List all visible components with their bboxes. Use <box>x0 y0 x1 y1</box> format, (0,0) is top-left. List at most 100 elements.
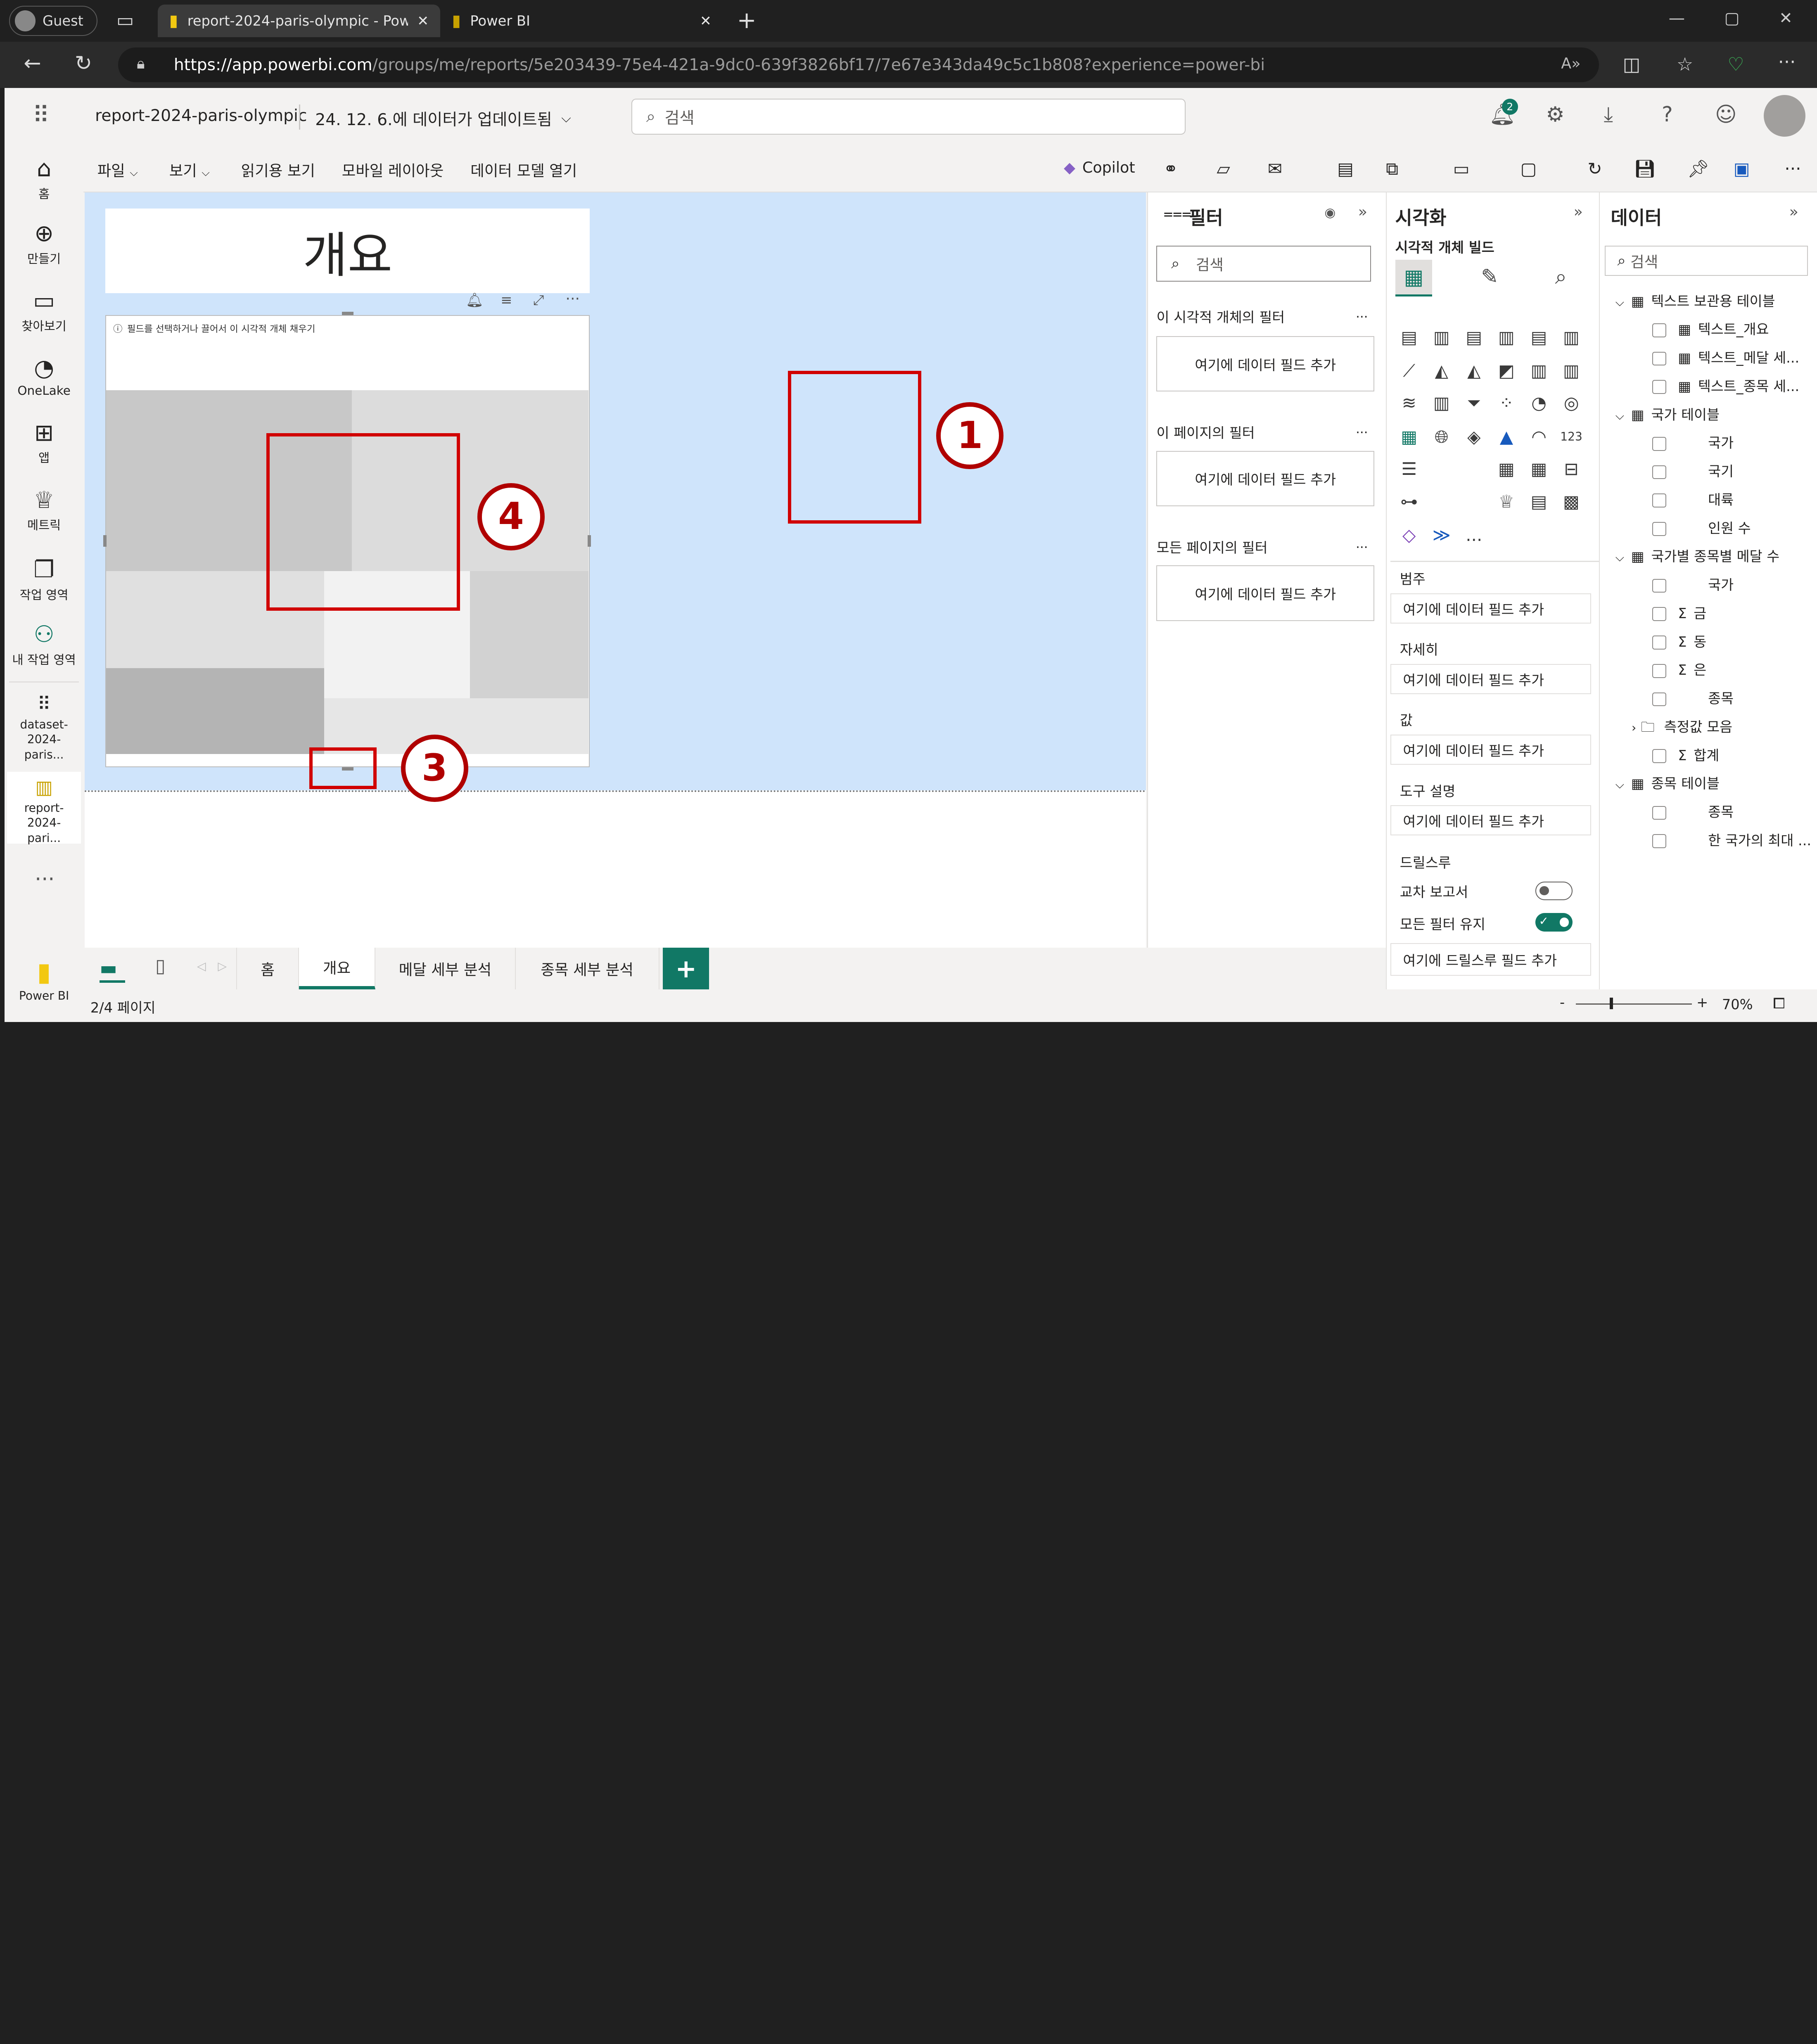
expand-chevron-icon[interactable]: ⌵ <box>1615 550 1624 564</box>
browser-menu-icon[interactable]: ··· <box>1775 51 1798 73</box>
map-icon[interactable]: 🌐︎ <box>1430 425 1453 448</box>
nav-metrics[interactable]: ♕ 메트릭 <box>5 487 83 534</box>
desktop-layout-icon[interactable]: ▬ <box>100 957 117 979</box>
more-visuals-icon[interactable]: ... <box>1462 524 1485 547</box>
ribbon-more-icon[interactable]: ··· <box>1784 159 1801 179</box>
eye-icon[interactable]: ◉ <box>1324 205 1335 220</box>
nav-browse[interactable]: ▭ 찾아보기 <box>5 287 83 334</box>
field-checkbox[interactable] <box>1652 749 1667 763</box>
field-checkbox[interactable] <box>1652 806 1667 820</box>
comment-icon[interactable]: ▱ <box>1217 159 1230 179</box>
page-tab-sport-detail[interactable]: 종목 세부 분석 <box>516 948 659 990</box>
100-stacked-column-chart-icon[interactable]: ▥ <box>1560 326 1583 349</box>
decomposition-tree-icon[interactable]: ⊶ <box>1397 490 1421 513</box>
tab-actions-icon[interactable]: ▭ <box>114 9 137 31</box>
treemap-icon[interactable]: ▦ <box>1397 425 1421 448</box>
collapse-viz-icon[interactable]: » <box>1574 203 1583 221</box>
100-stacked-bar-chart-icon[interactable]: ▤ <box>1527 326 1550 349</box>
data-field-node[interactable]: Σ 합계 <box>1652 744 1719 764</box>
add-page-button[interactable]: + <box>663 948 709 990</box>
close-tab-icon[interactable]: ✕ <box>700 13 712 29</box>
field-checkbox[interactable] <box>1652 607 1667 621</box>
key-influencers-icon[interactable]: ⊟ <box>1560 458 1583 481</box>
fit-to-page-icon[interactable]: ⧠ <box>1773 994 1785 1013</box>
field-checkbox[interactable] <box>1652 635 1667 650</box>
download-icon[interactable]: ⤓ <box>1604 102 1613 127</box>
waterfall-chart-icon[interactable]: ▥ <box>1430 391 1453 415</box>
view-menu[interactable]: 보기 ⌵ <box>169 159 210 180</box>
field-checkbox[interactable] <box>1652 493 1667 508</box>
read-aloud-icon[interactable]: A» <box>1561 55 1580 72</box>
refresh-visuals-icon[interactable]: ↻ <box>1587 159 1602 179</box>
data-field-node[interactable]: 종목 <box>1652 687 1734 707</box>
visual-more-icon[interactable]: ··· <box>565 290 580 308</box>
category-well[interactable]: 여기에 데이터 필드 추가 <box>1390 593 1591 624</box>
azure-map-icon[interactable]: ▲ <box>1495 425 1518 448</box>
multi-row-card-icon[interactable]: ☰ <box>1397 458 1421 481</box>
visual-filter-icon[interactable]: ≡ <box>501 292 512 308</box>
stacked-column-chart-icon[interactable]: ▥ <box>1430 326 1453 349</box>
url-bar[interactable]: 🔒︎ https://app.powerbi.com /groups/me/re… <box>118 47 1599 83</box>
section-more-icon[interactable]: ... <box>1356 536 1368 551</box>
focus-mode-icon[interactable]: ⤢ <box>533 292 544 308</box>
power-apps-icon[interactable]: ▩ <box>1560 490 1583 513</box>
filled-map-icon[interactable]: ◈ <box>1462 425 1485 448</box>
field-checkbox[interactable] <box>1652 436 1667 451</box>
present-icon[interactable]: ▭ <box>1453 159 1470 179</box>
shapes-icon[interactable]: ⧉ <box>1386 159 1398 179</box>
field-checkbox[interactable] <box>1652 834 1667 849</box>
matrix-icon[interactable]: ▦ <box>1527 458 1550 481</box>
filters-search-input[interactable]: ⌕ 검색 <box>1156 245 1371 282</box>
help-icon[interactable]: ? <box>1662 102 1673 126</box>
field-checkbox[interactable] <box>1652 380 1667 394</box>
data-field-node[interactable]: ▦ 텍스트_개요 <box>1652 318 1769 338</box>
data-field-node[interactable]: ▦ 텍스트_종목 세... <box>1652 375 1799 395</box>
teams-icon[interactable]: ▣ <box>1734 159 1750 179</box>
refresh-icon[interactable]: ↻ <box>72 51 95 75</box>
analytics-tab-icon[interactable]: ⌕ <box>1555 264 1567 289</box>
global-search-input[interactable]: ⌕ 검색 <box>631 98 1186 135</box>
data-field-node[interactable]: Σ은 <box>1652 659 1706 679</box>
title-textbox[interactable]: 개요 <box>105 209 590 293</box>
resize-handle-right[interactable] <box>587 535 591 547</box>
page-tab-overview[interactable]: 개요 <box>299 948 376 990</box>
field-checkbox[interactable] <box>1652 664 1667 678</box>
data-field-node[interactable]: 국가 <box>1652 432 1734 452</box>
nav-powerbi[interactable]: ▮ Power BI <box>5 957 83 1003</box>
visual-alert-icon[interactable]: 🔔︎ <box>466 292 484 308</box>
feedback-icon[interactable]: ☺ <box>1715 102 1737 126</box>
settings-icon[interactable]: ⚙ <box>1546 102 1564 126</box>
nav-dataset[interactable]: ⠿ dataset-2024-paris... <box>5 693 83 762</box>
nav-apps[interactable]: ⊞ 앱 <box>5 420 83 466</box>
100-stacked-area-chart-icon[interactable]: ◩ <box>1495 359 1518 382</box>
area-chart-icon[interactable]: ◭ <box>1430 359 1453 382</box>
notes-icon[interactable]: ▤ <box>1337 159 1354 179</box>
data-updated-dropdown[interactable]: 24. 12. 6.에 데이터가 업데이트됨 ⌵ <box>315 107 571 130</box>
collapse-data-icon[interactable]: » <box>1789 203 1798 221</box>
nav-workspaces[interactable]: ❐ 작업 영역 <box>5 556 83 603</box>
data-field-node[interactable]: 국가 <box>1652 574 1734 594</box>
browser-essentials-icon[interactable]: ♡ <box>1724 53 1747 75</box>
format-visual-tab-icon[interactable]: ✎ <box>1481 264 1498 289</box>
binoculars-icon[interactable]: ⚭ <box>1163 159 1178 179</box>
nav-onelake[interactable]: ◔ OneLake <box>5 355 83 398</box>
stacked-area-chart-icon[interactable]: ◭ <box>1462 359 1485 382</box>
donut-chart-icon[interactable]: ◎ <box>1560 391 1583 415</box>
gauge-icon[interactable]: ◠ <box>1527 425 1550 448</box>
prev-page-icon[interactable]: ◁ <box>197 959 206 973</box>
data-field-node[interactable]: 한 국가의 최대 ... <box>1652 829 1811 849</box>
field-checkbox[interactable] <box>1652 323 1667 337</box>
build-visual-tab-icon[interactable]: ▦ <box>1395 259 1433 297</box>
values-well[interactable]: 여기에 데이터 필드 추가 <box>1390 735 1591 765</box>
details-well[interactable]: 여기에 데이터 필드 추가 <box>1390 664 1591 694</box>
back-icon[interactable]: ← <box>21 51 44 75</box>
cross-report-toggle[interactable] <box>1535 882 1573 901</box>
section-more-icon[interactable]: ... <box>1356 306 1368 321</box>
pie-chart-icon[interactable]: ◔ <box>1527 391 1550 415</box>
nav-home[interactable]: ⌂ 홈 <box>5 155 83 202</box>
open-data-model-button[interactable]: 데이터 모델 열기 <box>470 159 577 180</box>
field-checkbox[interactable] <box>1652 522 1667 536</box>
field-checkbox[interactable] <box>1652 579 1667 593</box>
data-field-node[interactable]: › 🗀︎ 측정값 모음 <box>1632 716 1732 741</box>
line-and-stacked-column-icon[interactable]: ▥ <box>1527 359 1550 382</box>
